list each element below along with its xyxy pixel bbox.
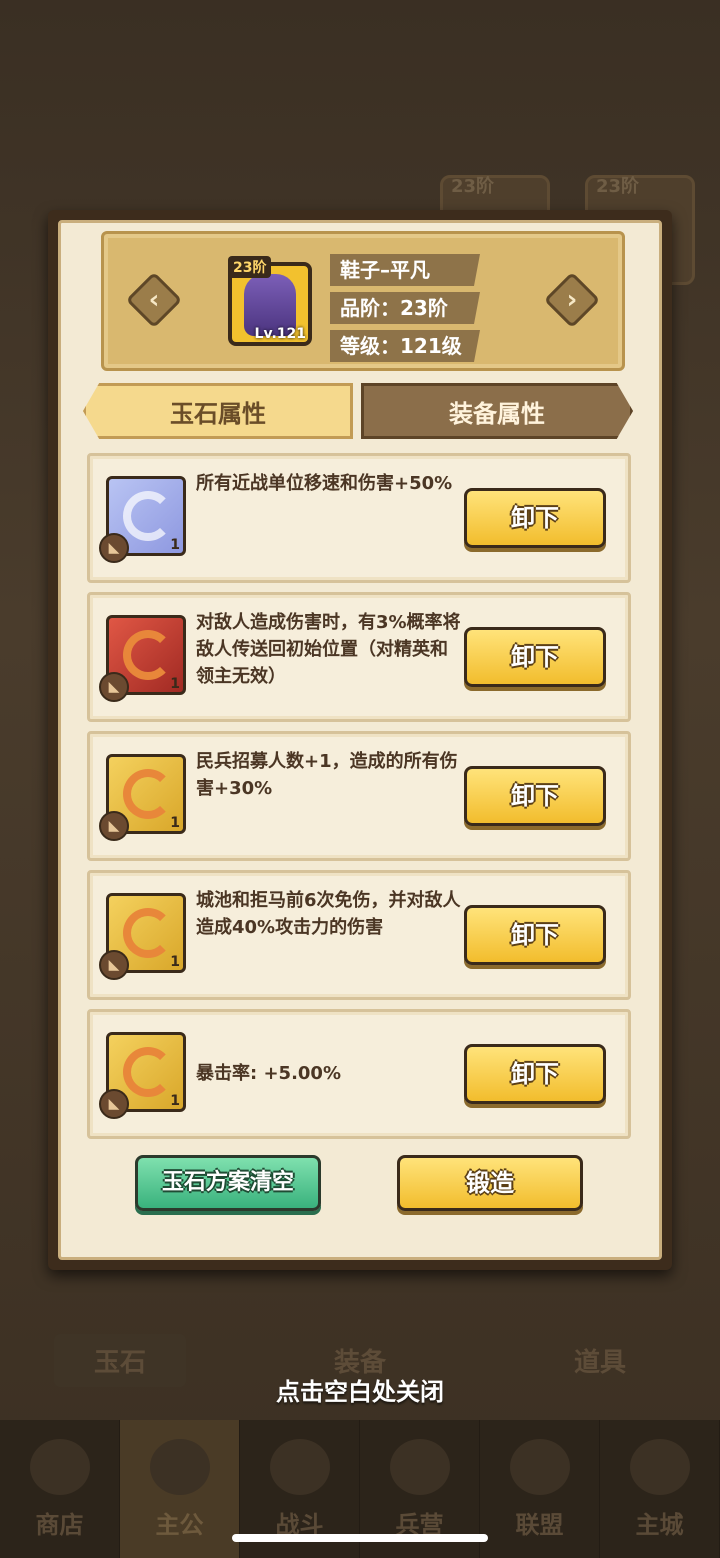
nav-label: 主公: [155, 1511, 204, 1539]
item-name: 鞋子–平凡: [330, 254, 480, 286]
jade-list: 1 ◣ 所有近战单位移速和伤害+50% 卸下 1 ◣ 对敌人造成伤害时，有3%概…: [87, 453, 631, 1148]
nav-lord: 主公: [120, 1420, 240, 1558]
swords-icon: [269, 1439, 330, 1495]
jade-icon: 1 ◣: [99, 893, 186, 980]
tab-jade-attributes[interactable]: 玉石属性: [83, 383, 353, 439]
jade-description: 对敌人造成伤害时，有3%概率将敌人传送回初始位置（对精英和领主无效）: [196, 612, 461, 687]
jade-description: 所有近战单位移速和伤害+50%: [196, 473, 453, 494]
chevron-right-icon: ›: [566, 285, 578, 315]
panel-content: ‹ 23阶 Lv.121 鞋子–平凡 品阶：23阶 等级：121级 › 玉石属性…: [58, 220, 662, 1260]
unload-button[interactable]: 卸下: [464, 1044, 606, 1104]
item-portrait: 23阶 Lv.121: [228, 256, 312, 346]
swirl-jade-icon: [123, 1047, 173, 1097]
bow-icon: [389, 1439, 450, 1495]
jade-row: 1 ◣ 城池和拒马前6次免伤，并对敌人造成40%攻击力的伤害 卸下: [87, 870, 631, 1000]
shop-icon: [29, 1439, 90, 1495]
flag-icon: [509, 1439, 570, 1495]
boot-icon: ◣: [99, 950, 129, 980]
bg-tier-badge: 23阶: [451, 176, 495, 197]
helmet-icon: [149, 1439, 210, 1495]
jade-count: 1: [170, 1093, 180, 1109]
jade-row: 1 ◣ 暴击率: +5.00% 卸下: [87, 1009, 631, 1139]
jade-description: 城池和拒马前6次免伤，并对敌人造成40%攻击力的伤害: [196, 890, 461, 938]
dragon-jade-icon: [123, 491, 173, 541]
nav-label: 商店: [35, 1511, 84, 1539]
item-grade: 等级：121级: [330, 330, 480, 362]
unload-button[interactable]: 卸下: [464, 766, 606, 826]
jade-count: 1: [170, 954, 180, 970]
swirl-jade-icon: [123, 630, 173, 680]
home-indicator[interactable]: [232, 1534, 488, 1542]
item-tier-badge: 23阶: [228, 256, 272, 278]
nav-label: 主城: [635, 1511, 684, 1539]
item-header: ‹ 23阶 Lv.121 鞋子–平凡 品阶：23阶 等级：121级 ›: [101, 231, 625, 371]
next-item-button[interactable]: ›: [543, 271, 601, 329]
prev-item-button[interactable]: ‹: [125, 271, 183, 329]
nav-city: 主城: [600, 1420, 720, 1558]
boot-icon: ◣: [99, 672, 129, 702]
jade-icon: 1 ◣: [99, 754, 186, 841]
unload-button[interactable]: 卸下: [464, 488, 606, 548]
jade-description: 暴击率: +5.00%: [196, 1063, 341, 1084]
tab-equipment-attributes[interactable]: 装备属性: [361, 383, 633, 439]
map-icon: [629, 1439, 690, 1495]
unload-button[interactable]: 卸下: [464, 627, 606, 687]
nav-label: 联盟: [515, 1511, 564, 1539]
jade-count: 1: [170, 537, 180, 553]
jade-icon: 1 ◣: [99, 615, 186, 702]
clear-jade-plan-button[interactable]: 玉石方案清空: [135, 1155, 321, 1211]
item-level-badge: Lv.121: [254, 326, 306, 342]
jade-icon: 1 ◣: [99, 1032, 186, 1119]
jade-row: 1 ◣ 对敌人造成伤害时，有3%概率将敌人传送回初始位置（对精英和领主无效） 卸…: [87, 592, 631, 722]
close-hint[interactable]: 点击空白处关闭: [0, 1372, 720, 1407]
jade-count: 1: [170, 815, 180, 831]
jade-description: 民兵招募人数+1，造成的所有伤害+30%: [196, 751, 458, 799]
jade-count: 1: [170, 676, 180, 692]
nav-alliance: 联盟: [480, 1420, 600, 1558]
jade-icon: 1 ◣: [99, 476, 186, 563]
boot-icon: ◣: [99, 1089, 129, 1119]
item-quality: 品阶：23阶: [330, 292, 480, 324]
jade-row: 1 ◣ 民兵招募人数+1，造成的所有伤害+30% 卸下: [87, 731, 631, 861]
jade-row: 1 ◣ 所有近战单位移速和伤害+50% 卸下: [87, 453, 631, 583]
bg-tier-badge: 23阶: [596, 176, 640, 197]
swirl-jade-icon: [123, 769, 173, 819]
jade-panel: ‹ 23阶 Lv.121 鞋子–平凡 品阶：23阶 等级：121级 › 玉石属性…: [48, 210, 672, 1270]
boot-icon: ◣: [99, 811, 129, 841]
nav-shop: 商店: [0, 1420, 120, 1558]
forge-button[interactable]: 锻造: [397, 1155, 583, 1211]
unload-button[interactable]: 卸下: [464, 905, 606, 965]
chevron-left-icon: ‹: [148, 285, 160, 315]
boot-icon: ◣: [99, 533, 129, 563]
swirl-jade-icon: [123, 908, 173, 958]
